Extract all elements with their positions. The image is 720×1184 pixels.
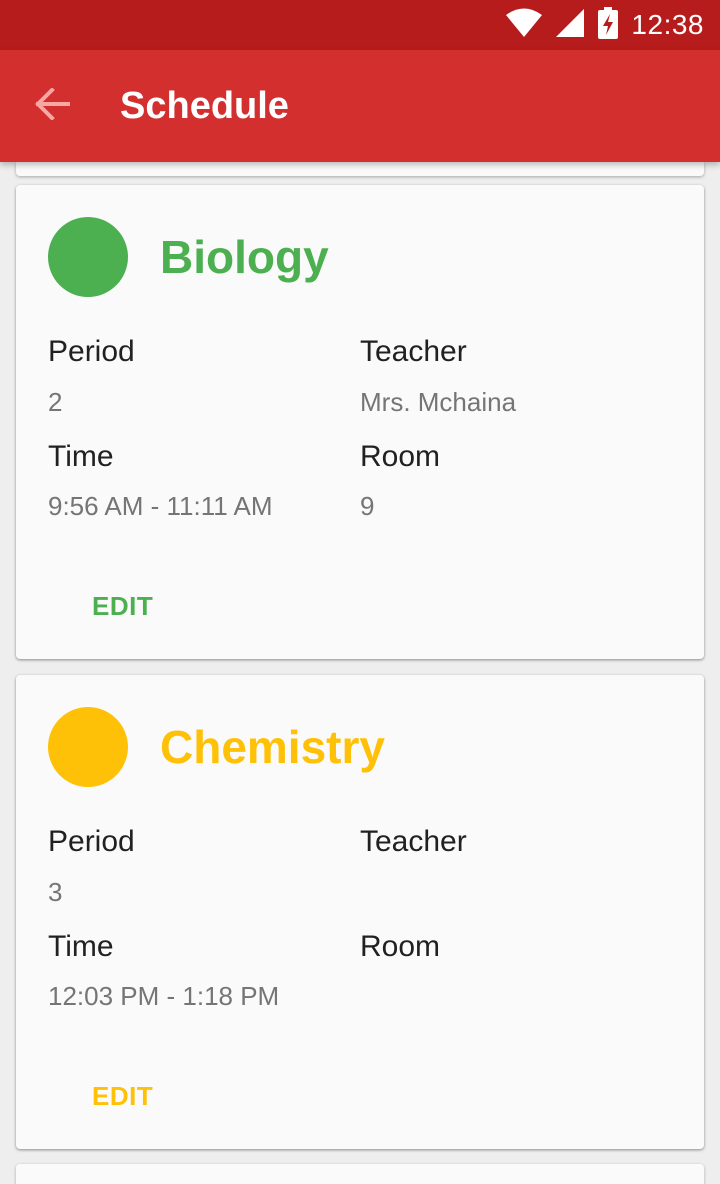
time-label: Time	[48, 930, 114, 963]
schedule-list[interactable]: Biology Period 2 Teacher Mrs. Mchaina Ti…	[0, 162, 720, 1184]
edit-button[interactable]: EDIT	[76, 583, 169, 630]
period-label: Period	[48, 825, 135, 858]
teacher-label: Teacher	[360, 825, 467, 858]
course-color-dot	[48, 217, 128, 297]
status-clock: 12:38	[631, 9, 704, 40]
list-item[interactable]	[16, 1164, 704, 1184]
time-value: 12:03 PM - 1:18 PM	[48, 981, 280, 1011]
course-color-dot	[48, 707, 128, 787]
course-header: Biology	[48, 217, 329, 297]
time-label: Time	[48, 440, 114, 473]
page-title: Schedule	[120, 85, 289, 127]
arrow-back-icon	[34, 86, 70, 125]
period-value: 3	[48, 877, 63, 907]
course-name: Biology	[160, 231, 329, 283]
teacher-value: Mrs. Mchaina	[360, 387, 517, 417]
course-card-chemistry[interactable]: Chemistry Period 3 Teacher Time 12:03 PM…	[16, 675, 704, 1149]
status-bar: 12:38	[0, 0, 720, 50]
signal-icon	[555, 8, 585, 43]
period-value: 2	[48, 387, 63, 417]
app-bar: Schedule	[0, 50, 720, 162]
wifi-icon	[505, 8, 543, 43]
teacher-label: Teacher	[360, 335, 467, 368]
period-label: Period	[48, 335, 135, 368]
status-icons: 12:38	[505, 0, 704, 50]
course-header: Chemistry	[48, 707, 385, 787]
room-value: 9	[360, 491, 375, 521]
edit-button[interactable]: EDIT	[76, 1073, 169, 1120]
time-value: 9:56 AM - 11:11 AM	[48, 491, 273, 521]
course-card-biology[interactable]: Biology Period 2 Teacher Mrs. Mchaina Ti…	[16, 185, 704, 659]
battery-charging-icon	[597, 6, 619, 44]
room-label: Room	[360, 930, 441, 963]
back-button[interactable]	[24, 78, 80, 134]
room-label: Room	[360, 440, 441, 473]
course-name: Chemistry	[160, 721, 385, 773]
list-item[interactable]	[16, 162, 704, 176]
